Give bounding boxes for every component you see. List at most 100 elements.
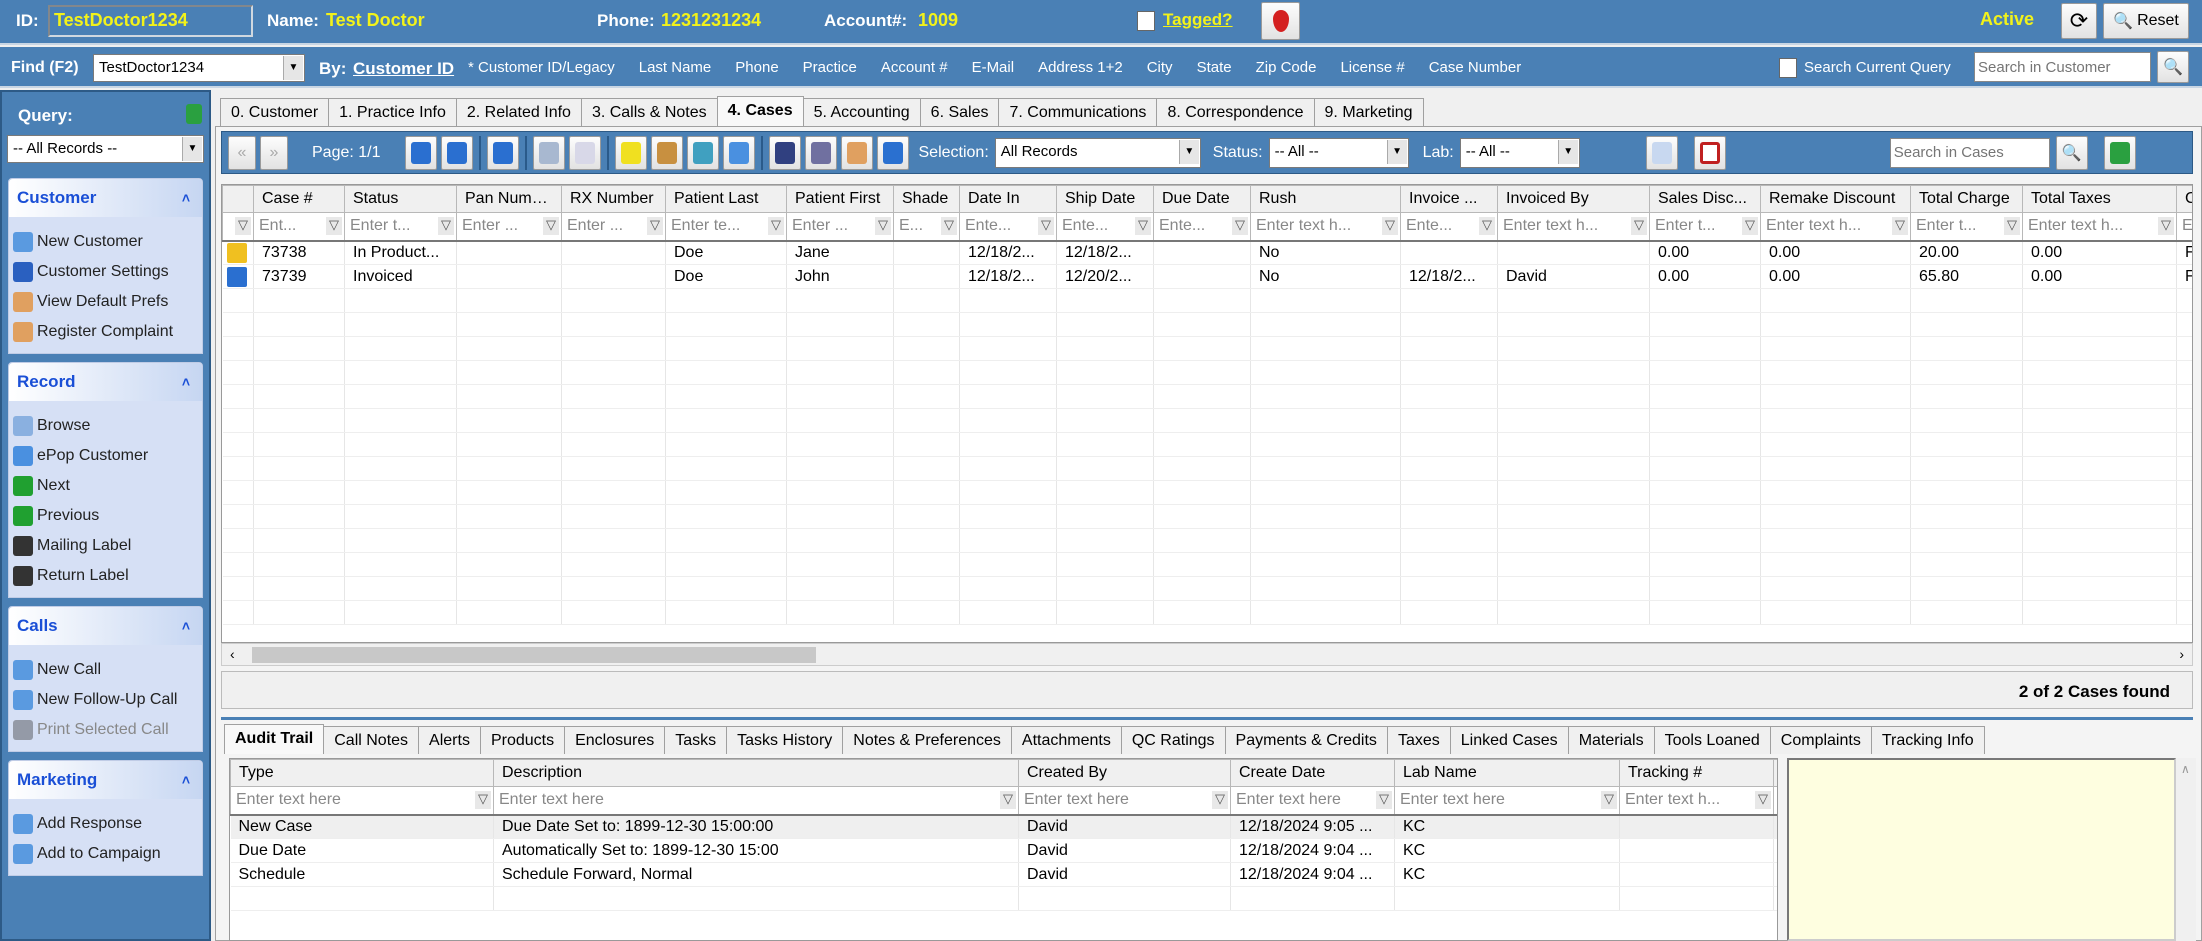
find-by-option-e-mail[interactable]: E-Mail <box>972 59 1015 76</box>
sidebar-item-customer-settings[interactable]: Customer Settings <box>13 257 202 287</box>
tab-9-marketing[interactable]: 9. Marketing <box>1313 98 1424 126</box>
filter-input[interactable]: Enter te... <box>665 212 787 242</box>
refresh-query-icon[interactable] <box>186 104 202 124</box>
sidebar-item-view-default-prefs[interactable]: View Default Prefs <box>13 287 202 317</box>
filter-input[interactable]: Enter text here <box>1230 786 1395 816</box>
column-header-lab-name[interactable]: Lab Name <box>1394 759 1620 787</box>
collapse-chevron-icon[interactable]: ˄ <box>182 374 190 390</box>
filter-input[interactable]: E... <box>893 212 960 242</box>
id-field[interactable]: TestDoctor1234 <box>48 5 253 37</box>
column-header-patient-first[interactable]: Patient First <box>786 185 894 213</box>
filter-input[interactable]: Enter text h... <box>2022 212 2177 242</box>
new-case-button[interactable] <box>404 135 437 170</box>
sidebar-item-print-selected-call[interactable]: Print Selected Call <box>13 715 202 745</box>
star-button[interactable] <box>876 135 909 170</box>
table-row[interactable]: New Case Due Date Set to: 1899-12-30 15:0… <box>230 814 1777 839</box>
panel-header-customer[interactable]: Customer ˄ <box>9 179 202 217</box>
prefs-button[interactable] <box>840 135 873 170</box>
chevron-down-icon[interactable]: ▼ <box>1557 139 1578 164</box>
filter-input[interactable]: Enter text h... <box>1250 212 1401 242</box>
filter-input[interactable]: E <box>1773 786 1777 816</box>
filter-input[interactable]: Ente... <box>1056 212 1154 242</box>
column-header-pan-number[interactable]: Pan Number <box>456 185 562 213</box>
collapse-chevron-icon[interactable]: ˄ <box>182 618 190 634</box>
filter-input[interactable]: Enter text h... <box>1497 212 1650 242</box>
filter-input[interactable]: Enter ... <box>456 212 562 242</box>
column-header-sales-disc[interactable]: Sales Disc... <box>1649 185 1761 213</box>
filter-input[interactable]: Enter text here <box>1394 786 1620 816</box>
sidebar-item-add-response[interactable]: Add Response <box>13 809 202 839</box>
search-current-query-checkbox[interactable] <box>1779 58 1797 78</box>
filter-input[interactable]: Ente... <box>959 212 1057 242</box>
status-select[interactable]: -- All -- ▼ <box>1268 137 1409 168</box>
sidebar-item-new-customer[interactable]: New Customer <box>13 227 202 257</box>
column-header-type[interactable]: Type <box>230 759 494 787</box>
scroll-right-icon[interactable]: › <box>2179 646 2184 662</box>
find-by-option-customer-id-legacy[interactable]: * Customer ID/Legacy <box>468 59 615 76</box>
column-header-shade[interactable]: Shade <box>893 185 960 213</box>
scanner-button[interactable] <box>768 135 801 170</box>
email-button[interactable] <box>568 135 601 170</box>
chevron-down-icon[interactable]: ▼ <box>1178 139 1199 164</box>
detail-tab-tracking-info[interactable]: Tracking Info <box>1870 726 1985 754</box>
find-by-option-practice[interactable]: Practice <box>803 59 857 76</box>
find-by-option-case-number[interactable]: Case Number <box>1429 59 1522 76</box>
column-header-patient-last[interactable]: Patient Last <box>665 185 787 213</box>
chevron-down-icon[interactable]: ▼ <box>182 137 202 161</box>
popout-button[interactable] <box>1693 135 1726 170</box>
find-by-option-license[interactable]: License # <box>1340 59 1404 76</box>
column-header-remake-discount[interactable]: Remake Discount <box>1760 185 1911 213</box>
column-header-invoiced-by[interactable]: Invoiced By <box>1497 185 1650 213</box>
detail-tab-taxes[interactable]: Taxes <box>1386 726 1451 754</box>
next-page-button[interactable]: » <box>260 135 288 170</box>
tagged-label[interactable]: Tagged? <box>1163 10 1233 30</box>
column-header-invoice[interactable]: Invoice ... <box>1400 185 1498 213</box>
filter-input[interactable]: Enter t... <box>344 212 457 242</box>
lab-select[interactable]: -- All -- ▼ <box>1459 137 1580 168</box>
sidebar-item-browse[interactable]: Browse <box>13 411 202 441</box>
cases-horizontal-scrollbar[interactable]: ‹ › <box>221 643 2193 666</box>
query-select[interactable]: -- All Records -- ▼ <box>7 135 204 163</box>
selection-select[interactable]: All Records ▼ <box>994 137 1201 168</box>
tab-1-practice-info[interactable]: 1. Practice Info <box>328 98 457 126</box>
detail-tab-call-notes[interactable]: Call Notes <box>323 726 420 754</box>
filter-input[interactable]: Enter text h... <box>1760 212 1911 242</box>
detail-tab-alerts[interactable]: Alerts <box>418 726 481 754</box>
filter-input[interactable]: E <box>2176 212 2192 242</box>
print-button[interactable] <box>532 135 565 170</box>
scrollbar-thumb[interactable] <box>252 647 816 663</box>
column-header-create-date[interactable]: Create Date <box>1230 759 1395 787</box>
chat-button[interactable] <box>722 135 755 170</box>
filter-input[interactable]: Ent... <box>253 212 345 242</box>
sidebar-item-new-follow-up-call[interactable]: New Follow-Up Call <box>13 685 202 715</box>
filter-input[interactable]: Ente... <box>1153 212 1251 242</box>
panel-header-record[interactable]: Record ˄ <box>9 363 202 401</box>
filter-input[interactable]: Enter text here <box>1018 786 1231 816</box>
table-row[interactable]: 73739 Invoiced Doe John 12/18/2... 12/20/2...… <box>222 264 2192 289</box>
refresh-button[interactable]: ⟳ <box>2061 3 2097 39</box>
reset-button[interactable]: 🔍 Reset <box>2103 3 2189 39</box>
filter-input[interactable]: Enter ... <box>561 212 666 242</box>
sidebar-item-mailing-label[interactable]: Mailing Label <box>13 531 202 561</box>
tab-2-related-info[interactable]: 2. Related Info <box>455 98 582 126</box>
chevron-down-icon[interactable]: ▼ <box>1386 139 1407 164</box>
case-invoice-button[interactable] <box>486 135 519 170</box>
stopwatch-button[interactable] <box>650 135 683 170</box>
find-by-option-account[interactable]: Account # <box>881 59 948 76</box>
column-header-total-charge[interactable]: Total Charge <box>1910 185 2023 213</box>
chevron-down-icon[interactable]: ▼ <box>283 56 303 80</box>
notes-panel[interactable] <box>1787 758 2176 941</box>
tab-7-communications[interactable]: 7. Communications <box>998 98 1158 126</box>
remake-case-button[interactable] <box>440 135 473 170</box>
filter-input[interactable]: Enter t... <box>1910 212 2023 242</box>
detail-tab-materials[interactable]: Materials <box>1567 726 1655 754</box>
column-header-s[interactable]: S <box>1773 759 1777 787</box>
sidebar-item-previous[interactable]: Previous <box>13 501 202 531</box>
sidebar-item-return-label[interactable]: Return Label <box>13 561 202 591</box>
sidebar-item-register-complaint[interactable]: Register Complaint <box>13 317 202 347</box>
scroll-up-icon[interactable]: ∧ <box>2181 762 2190 776</box>
globe-button[interactable] <box>686 135 719 170</box>
find-by-option-last-name[interactable]: Last Name <box>639 59 712 76</box>
sidebar-item-add-to-campaign[interactable]: Add to Campaign <box>13 839 202 869</box>
notepad-button[interactable] <box>614 135 647 170</box>
